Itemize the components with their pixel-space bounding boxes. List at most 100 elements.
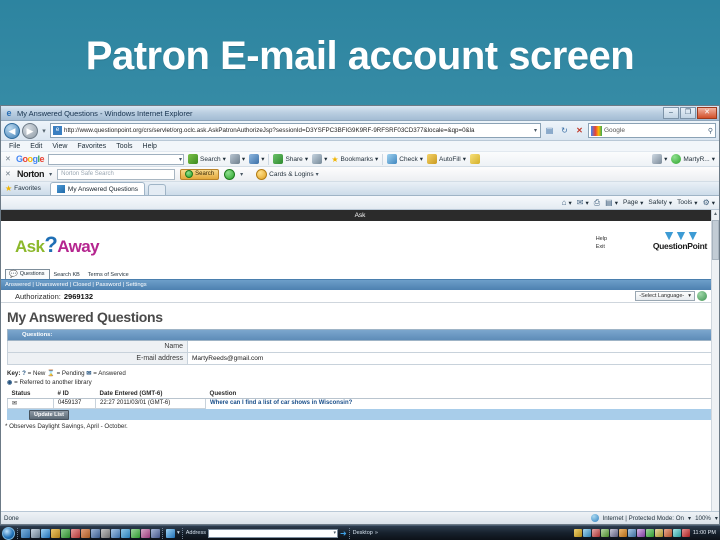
home-button[interactable]: ⌂ ▾ (562, 198, 572, 207)
norton-toolbar-close-icon[interactable]: ✕ (5, 170, 12, 178)
back-button[interactable]: ◀ (4, 122, 20, 139)
network-icon[interactable] (681, 529, 690, 537)
norton-logo-caret[interactable]: ▾ (49, 171, 52, 178)
taskbar-ie-task[interactable]: ▾ (166, 528, 180, 538)
tray-icon-10[interactable] (654, 529, 663, 537)
compatibility-view-icon[interactable]: ▤ (543, 124, 556, 137)
tray-icon-9[interactable] (645, 529, 654, 537)
minimize-button[interactable]: – (663, 107, 679, 119)
mail-button[interactable]: ⎙ (594, 198, 600, 208)
favorites-button[interactable]: ★ Favorites (5, 184, 41, 195)
norton-status-caret[interactable]: ▾ (240, 171, 243, 178)
google-toolbar-check[interactable]: Check ▾ (387, 154, 423, 164)
close-button[interactable]: ✕ (697, 107, 717, 119)
tray-icon-2[interactable] (582, 529, 591, 537)
tools-menu-button[interactable]: Tools ▾ (677, 199, 697, 207)
taskbar-clock[interactable]: 11:00 PM (691, 530, 716, 536)
update-list-button[interactable]: Update List (29, 409, 69, 420)
menu-item-file[interactable]: File (9, 143, 20, 150)
media-player-icon[interactable] (51, 528, 60, 538)
start-button[interactable] (2, 526, 15, 540)
print-button[interactable]: ▤ ▾ (605, 198, 618, 207)
google-toolbar-bookmarks[interactable]: ★ Bookmarks ▾ (331, 155, 378, 164)
search-icon[interactable]: ⚲ (708, 127, 713, 135)
taskbar-address-input[interactable]: ▾ (207, 528, 338, 538)
sub-navigation[interactable]: Answered | Unanswered | Closed | Passwor… (1, 280, 719, 290)
tray-icon-8[interactable] (636, 529, 645, 537)
tab-search-kb[interactable]: Search KB (50, 272, 84, 279)
scroll-up-arrow[interactable]: ▲ (712, 210, 719, 218)
taskbar-desktop-toolbar[interactable]: Desktop» (353, 530, 378, 536)
page-menu-button[interactable]: Page ▾ (623, 199, 643, 207)
go-arrow-icon[interactable]: ➜ (340, 529, 347, 538)
scroll-thumb[interactable] (712, 220, 719, 260)
word-icon[interactable] (91, 528, 100, 538)
tray-icon-5[interactable] (609, 529, 618, 537)
select-language-dropdown[interactable]: -Select Language- ▾ (635, 291, 695, 301)
help-link[interactable]: Help (596, 235, 607, 243)
tab-questions[interactable]: 💬 Questions (5, 269, 51, 279)
calendar-icon[interactable] (141, 528, 150, 538)
google-toolbar-more[interactable]: ▾ (249, 154, 264, 164)
chart-icon[interactable] (131, 528, 140, 538)
zoom-level[interactable]: 100% (695, 515, 711, 522)
recent-pages-caret[interactable]: ▾ (40, 127, 48, 135)
maximize-button[interactable]: ❐ (680, 107, 696, 119)
refresh-icon[interactable]: ↻ (558, 124, 571, 137)
page-scrollbar[interactable]: ▲ ▼ (711, 210, 719, 524)
ie-quicklaunch-icon[interactable] (41, 528, 50, 538)
forward-button[interactable]: ▶ (22, 122, 38, 139)
help-menu-button[interactable]: ⚙ ▾ (703, 198, 715, 207)
safety-menu-button[interactable]: Safety ▾ (648, 199, 672, 207)
tray-icon-6[interactable] (618, 529, 627, 537)
new-tab-button[interactable] (148, 184, 166, 195)
google-toolbar-wrench[interactable]: ▾ (652, 154, 667, 164)
google-search-input[interactable]: ▾ (48, 153, 185, 165)
norton-cards-logins[interactable]: Cards & Logins ▾ (256, 168, 319, 180)
notes-icon[interactable] (111, 528, 120, 538)
google-search-caret[interactable]: ▾ (179, 156, 182, 163)
tab-terms-of-service[interactable]: Terms of Service (85, 272, 134, 279)
menu-item-tools[interactable]: Tools (116, 143, 132, 150)
google-toolbar-translate[interactable]: ▾ (229, 154, 245, 164)
outlook-icon[interactable] (101, 528, 110, 538)
acrobat-icon[interactable] (71, 528, 80, 538)
volume-icon[interactable] (672, 529, 681, 537)
tray-icon-4[interactable] (600, 529, 609, 537)
menu-item-view[interactable]: View (52, 143, 67, 150)
google-account-item[interactable]: MartyR... ▾ (671, 154, 715, 164)
show-desktop-icon[interactable] (21, 528, 30, 538)
menu-item-edit[interactable]: Edit (30, 143, 42, 150)
explorer-icon[interactable] (31, 528, 40, 538)
row-question-link[interactable]: Where can I find a list of car shows in … (205, 398, 712, 409)
tray-icon-3[interactable] (591, 529, 600, 537)
google-toolbar-autofill[interactable]: AutoFill ▾ (427, 154, 466, 164)
menu-item-help[interactable]: Help (143, 143, 157, 150)
app-icon[interactable] (151, 528, 160, 538)
tray-icon-1[interactable] (573, 529, 582, 537)
browser-tab[interactable]: My Answered Questions (49, 182, 145, 195)
zoom-caret-icon[interactable]: ▾ (715, 515, 718, 522)
skype-icon[interactable] (121, 528, 130, 538)
feeds-button[interactable]: ✉ ▾ (577, 198, 589, 207)
menu-item-favorites[interactable]: Favorites (77, 143, 106, 150)
stop-icon[interactable]: ✕ (573, 124, 586, 137)
zone-caret-icon[interactable]: ▾ (688, 515, 691, 522)
address-dropdown-caret[interactable]: ▾ (534, 127, 538, 134)
norton-search-button[interactable]: Search (180, 168, 220, 180)
google-toolbar-share[interactable]: Share ▾ (273, 154, 308, 164)
exit-link[interactable]: Exit (596, 243, 607, 251)
excel-icon[interactable] (61, 528, 70, 538)
powerpoint-icon[interactable] (81, 528, 90, 538)
google-toolbar-window[interactable]: ▾ (312, 154, 327, 164)
norton-tray-icon[interactable] (663, 529, 672, 537)
google-translate-icon[interactable] (697, 291, 707, 301)
table-row[interactable]: ✉ 0459137 22:27 2011/03/01 (GMT-6) Where… (7, 398, 712, 409)
google-toolbar-highlight[interactable] (469, 154, 480, 164)
norton-safe-search-input[interactable]: Norton Safe Search (57, 168, 176, 180)
search-input[interactable]: Google ⚲ (588, 123, 716, 138)
google-toolbar-close-icon[interactable]: ✕ (5, 155, 12, 163)
tray-icon-7[interactable] (627, 529, 636, 537)
google-search-button[interactable]: Search ▾ (188, 154, 226, 164)
address-input[interactable]: e http://www.questionpoint.org/crs/servl… (50, 123, 541, 138)
